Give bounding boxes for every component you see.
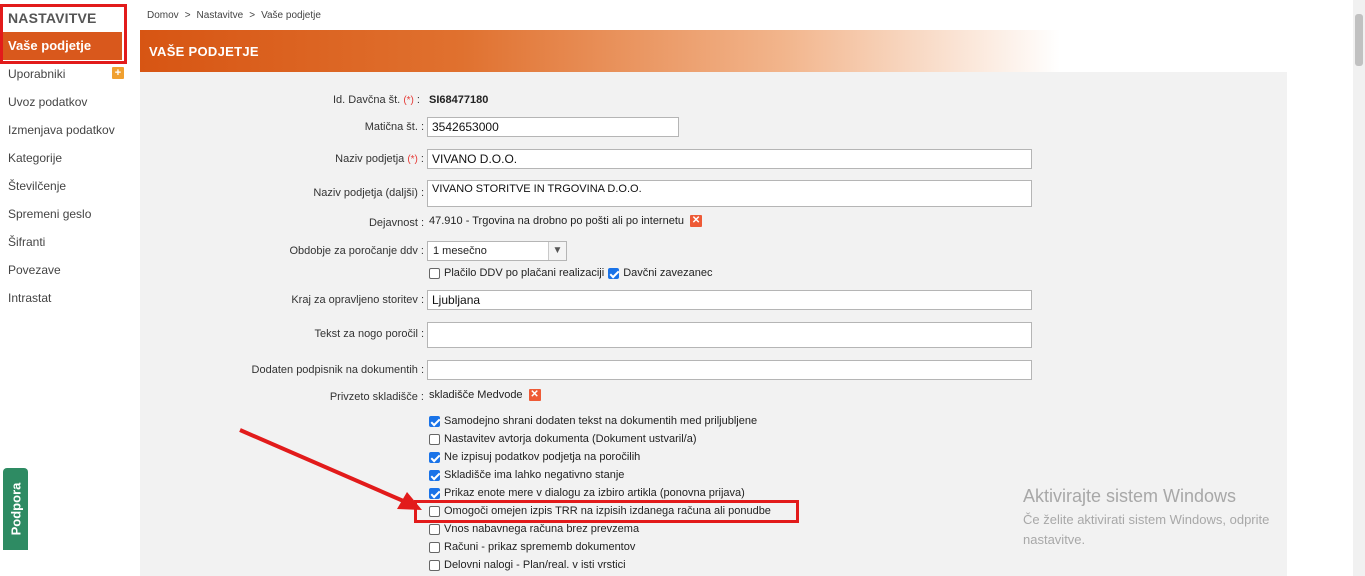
watermark-subtitle: Če želite aktivirati sistem Windows, odp… [1023,512,1270,547]
arrow-shaft [239,428,409,505]
scrollbar-thumb[interactable] [1355,14,1363,66]
watermark-title: Aktivirajte sistem Windows [1023,486,1237,506]
scrollbar[interactable] [1353,0,1365,576]
